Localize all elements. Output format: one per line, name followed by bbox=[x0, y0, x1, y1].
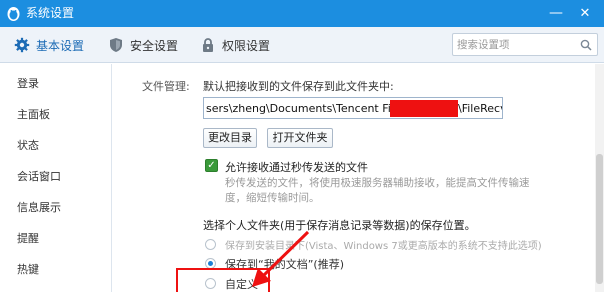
sidebar-item-reminders[interactable]: 提醒 bbox=[17, 230, 39, 246]
radio-install-dir bbox=[205, 239, 216, 250]
path-suffix: \FileRecv\ bbox=[458, 102, 502, 115]
window-title: 系统设置 bbox=[26, 6, 75, 20]
sidebar-item-status[interactable]: 状态 bbox=[17, 137, 39, 153]
tab-permission-settings[interactable]: 权限设置 bbox=[200, 27, 270, 63]
tab-label: 安全设置 bbox=[130, 38, 179, 53]
hint-line: 度，缩短传输时间。 bbox=[225, 192, 320, 204]
nav-bar: 基本设置 安全设置 权限设置 bbox=[0, 27, 604, 63]
sidebar-item-main-panel[interactable]: 主面板 bbox=[17, 106, 50, 122]
tab-basic-settings[interactable]: 基本设置 bbox=[14, 27, 84, 63]
file-management-label: 文件管理: bbox=[142, 80, 190, 93]
sidebar-item-chat-window[interactable]: 会话窗口 bbox=[17, 168, 61, 184]
fast-transfer-hint: 秒传发送的文件，将使用极速服务器辅助接收，能提高文件传输速 度，缩短传输时间。 bbox=[225, 176, 545, 206]
fast-transfer-label[interactable]: 允许接收通过秒传发送的文件 bbox=[225, 159, 368, 175]
tab-label: 权限设置 bbox=[222, 38, 271, 53]
sidebar: 登录 主面板 状态 会话窗口 信息展示 提醒 热键 bbox=[0, 64, 112, 292]
scrollbar[interactable] bbox=[595, 64, 604, 292]
settings-content: 文件管理: 默认把接收到的文件保存到此文件夹中: sers\zheng\Docu… bbox=[113, 64, 604, 292]
close-button[interactable]: ✕ bbox=[575, 4, 595, 23]
title-bar: 系统设置 — ✕ bbox=[0, 0, 604, 27]
scrollbar-thumb[interactable] bbox=[596, 154, 603, 284]
personal-folder-label: 选择个人文件夹(用于保存消息记录等数据)的保存位置。 bbox=[203, 219, 476, 232]
tab-security-settings[interactable]: 安全设置 bbox=[108, 27, 178, 63]
redaction-block bbox=[390, 100, 458, 117]
save-folder-description: 默认把接收到的文件保存到此文件夹中: bbox=[203, 80, 394, 93]
sidebar-item-hotkeys[interactable]: 热键 bbox=[17, 261, 39, 277]
gear-icon bbox=[14, 37, 30, 53]
path-prefix: sers\zheng\Documents\Tencent Files\ bbox=[206, 102, 411, 115]
search-input[interactable] bbox=[457, 36, 575, 53]
sidebar-item-login[interactable]: 登录 bbox=[17, 75, 39, 91]
radio-install-dir-label: 保存到安装目录下(Vista、Windows 7或更高版本的系统不支持此选项) bbox=[225, 241, 542, 252]
tab-label: 基本设置 bbox=[36, 38, 85, 53]
minimize-button[interactable]: — bbox=[546, 4, 566, 23]
download-path-field[interactable]: sers\zheng\Documents\Tencent Files\ \Fil… bbox=[203, 97, 503, 119]
shield-icon bbox=[110, 38, 122, 52]
annotation-highlight-box bbox=[176, 268, 270, 292]
penguin-logo-icon bbox=[7, 7, 20, 21]
fast-transfer-checkbox[interactable]: ✓ bbox=[205, 159, 218, 172]
search-icon[interactable] bbox=[580, 39, 592, 51]
lock-icon bbox=[203, 38, 213, 52]
open-folder-button[interactable]: 打开文件夹 bbox=[267, 128, 333, 148]
change-directory-button[interactable]: 更改目录 bbox=[203, 128, 257, 148]
hint-line: 秒传发送的文件，将使用极速服务器辅助接收，能提高文件传输速 bbox=[225, 177, 530, 189]
sidebar-item-info-display[interactable]: 信息展示 bbox=[17, 199, 61, 215]
search-box bbox=[452, 33, 598, 56]
